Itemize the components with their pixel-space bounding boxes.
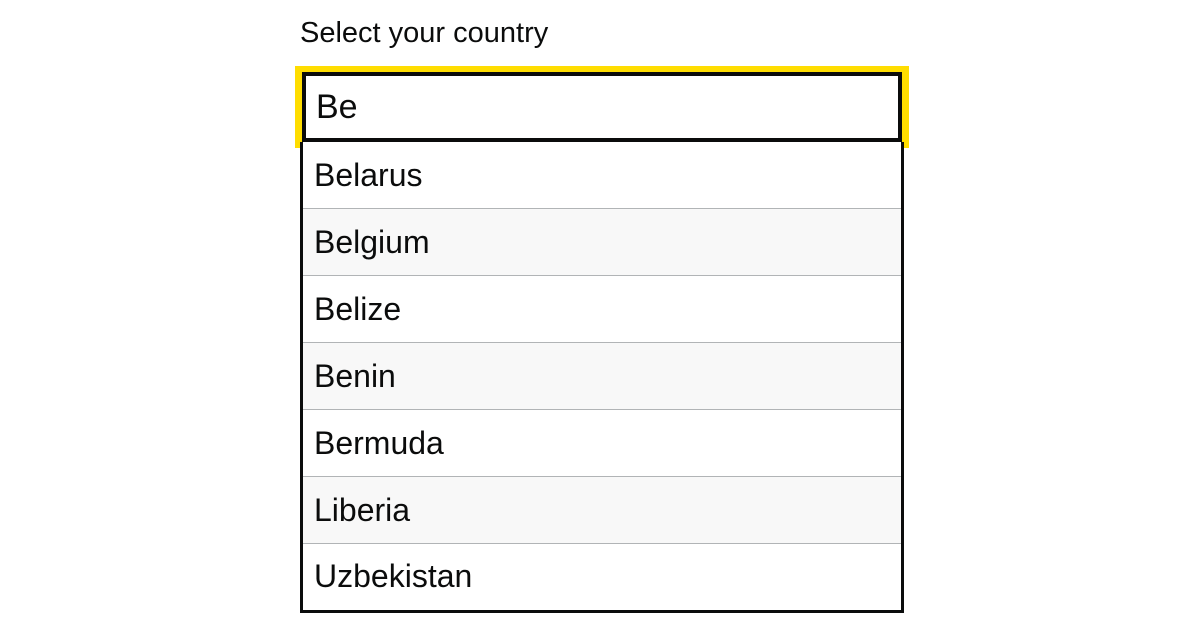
country-option[interactable]: Bermuda	[303, 410, 901, 477]
country-option[interactable]: Belgium	[303, 209, 901, 276]
country-suggestions-listbox: Belarus Belgium Belize Benin Bermuda Lib…	[300, 142, 904, 613]
country-option[interactable]: Belize	[303, 276, 901, 343]
country-option[interactable]: Liberia	[303, 477, 901, 544]
country-label: Select your country	[300, 17, 549, 49]
country-option[interactable]: Uzbekistan	[303, 544, 901, 609]
country-option[interactable]: Belarus	[303, 142, 901, 209]
country-autocomplete-input[interactable]	[302, 72, 902, 142]
country-option[interactable]: Benin	[303, 343, 901, 410]
